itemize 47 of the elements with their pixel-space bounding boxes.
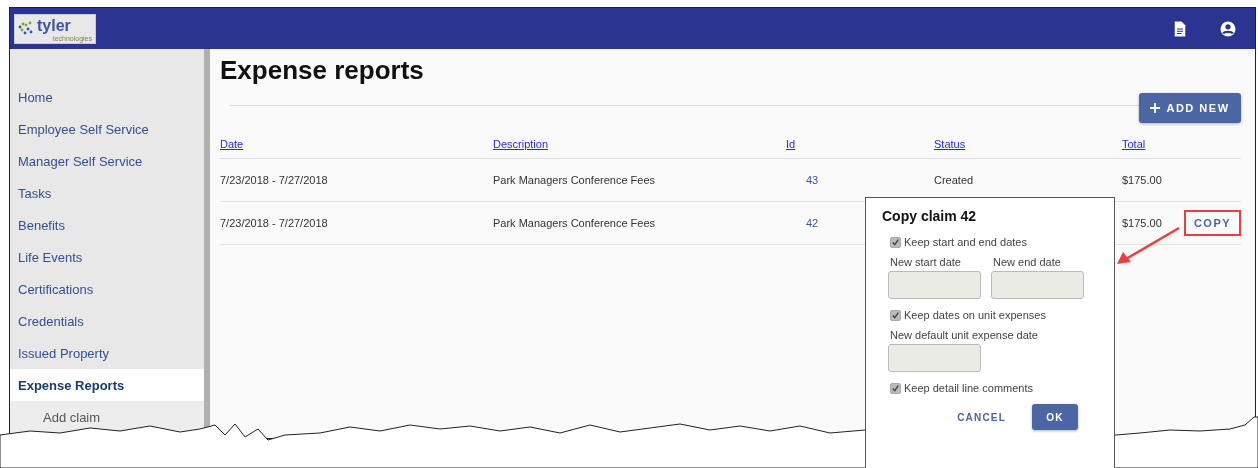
arrow-icon [1114, 226, 1180, 266]
logo-icon [18, 20, 34, 37]
table-cell-text: Park Managers Conference Fees [493, 217, 657, 229]
checkbox-option[interactable]: Keep start and end dates [890, 236, 1114, 248]
logo-text: tyler [37, 17, 71, 34]
account-icon[interactable] [1219, 19, 1237, 38]
sidebar-item[interactable]: Certifications [10, 273, 204, 305]
column-header[interactable]: Date [220, 138, 244, 150]
sidebar-item[interactable]: Credentials [10, 305, 204, 337]
cancel-button[interactable]: CANCEL [951, 404, 1012, 430]
table-cell-text: Created [934, 174, 975, 186]
sidebar-item[interactable]: Home [10, 81, 204, 113]
add-new-button[interactable]: ADD NEW [1139, 93, 1241, 123]
checkbox[interactable] [890, 309, 901, 321]
table-cell-text: $175.00 [1122, 217, 1163, 229]
ok-button[interactable]: OK [1032, 404, 1078, 430]
column-header[interactable]: Description [493, 138, 549, 150]
checkbox[interactable] [890, 382, 901, 394]
sidebar-item[interactable]: Employee Self Service [10, 113, 204, 145]
page-title: Expense reports [220, 55, 425, 87]
table-cell-text: 7/23/2018 - 7/27/2018 [220, 174, 329, 186]
sidebar-item[interactable]: Life Events [10, 241, 204, 273]
checkbox-option[interactable]: Keep detail line comments [890, 382, 1114, 394]
dialog-title: Copy claim 42 [882, 208, 978, 224]
sidebar-item[interactable]: Issued Property [10, 337, 204, 369]
sidebar-subitem[interactable]: Add claim [10, 401, 204, 433]
date-field[interactable] [991, 271, 1084, 299]
column-header[interactable]: Id [786, 138, 796, 150]
sidebar-item[interactable]: Expense Reports [10, 369, 204, 401]
id-link[interactable]: 43 [786, 174, 934, 186]
sidebar-item[interactable]: Tasks [10, 177, 204, 209]
date-field[interactable] [888, 271, 981, 299]
column-header[interactable]: Total [1122, 138, 1146, 150]
field-label: New end date [993, 256, 1062, 268]
checkbox-option[interactable]: Keep dates on unit expenses [890, 309, 1114, 321]
sidebar-item[interactable]: Benefits [10, 209, 204, 241]
field-label: New start date [890, 256, 962, 268]
field-label: New default unit expense date [890, 329, 1038, 341]
sidebar-item[interactable]: Manager Self Service [10, 145, 204, 177]
copy-button[interactable]: COPY [1184, 210, 1241, 236]
table-cell-text: 7/23/2018 - 7/27/2018 [220, 217, 329, 229]
table-cell-text: $175.00 [1122, 174, 1163, 186]
plus-icon [1150, 103, 1161, 113]
column-header[interactable]: Status [934, 138, 966, 150]
checkbox[interactable] [890, 236, 901, 248]
date-field[interactable] [888, 344, 981, 372]
table-cell-text: Park Managers Conference Fees [493, 174, 657, 186]
